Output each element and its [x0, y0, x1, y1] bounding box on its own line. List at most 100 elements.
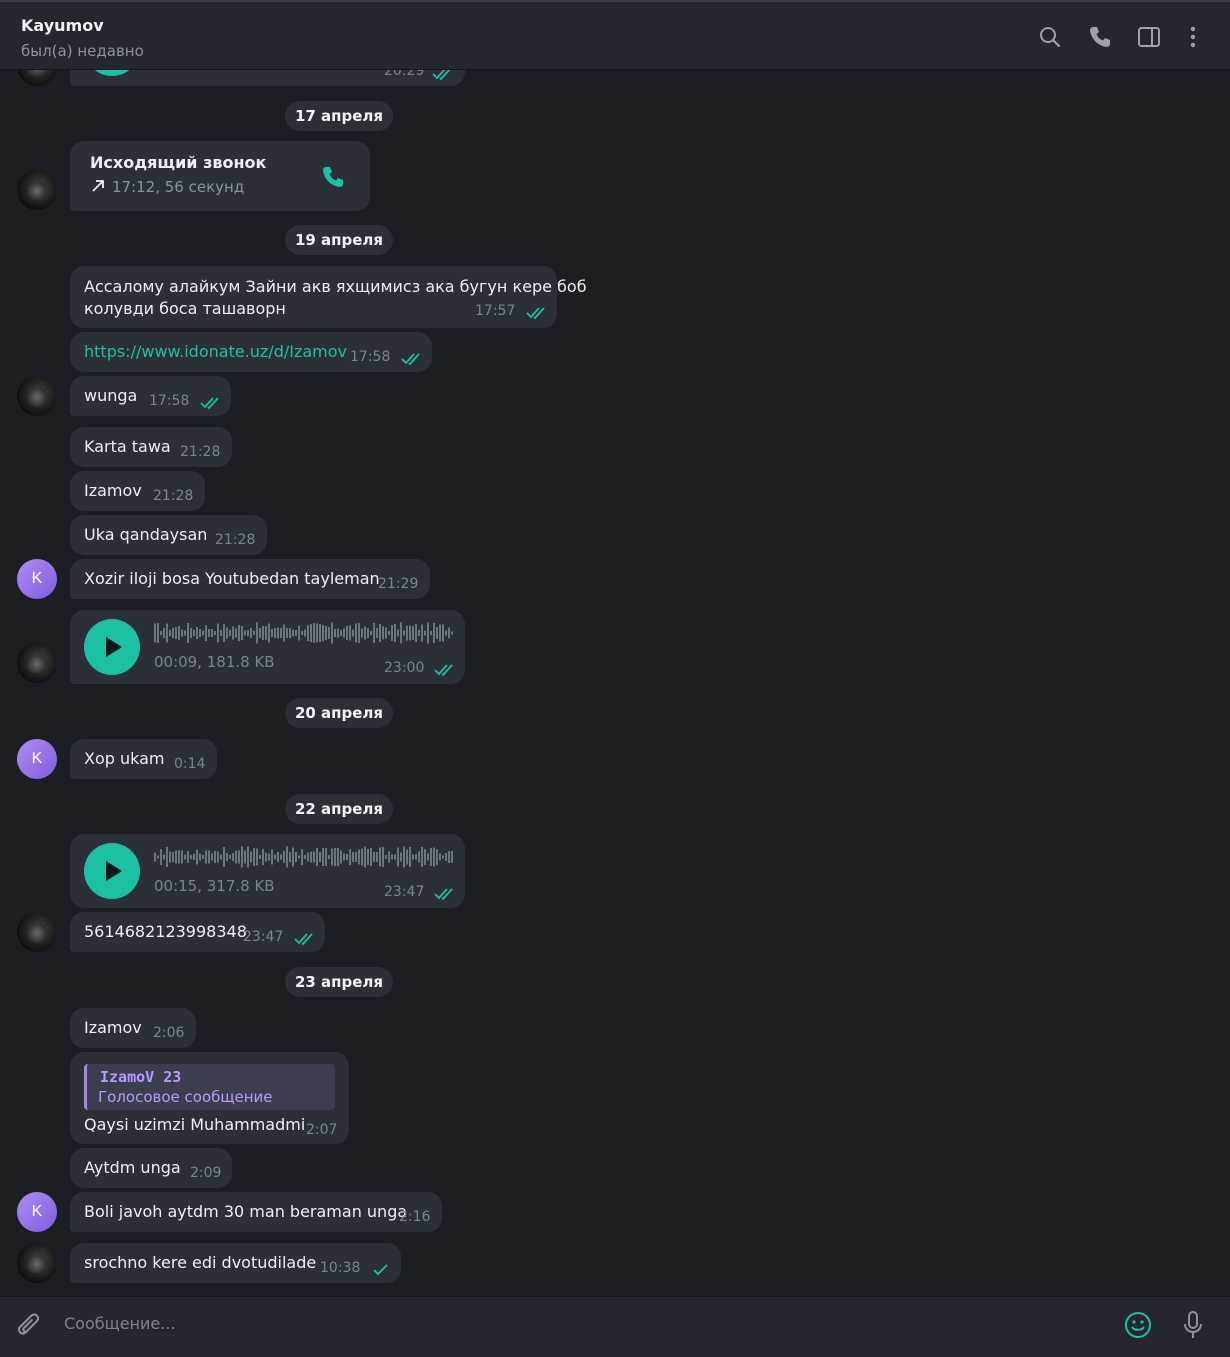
voice-waveform[interactable]: [154, 845, 454, 869]
message-time: 21:29: [378, 576, 419, 592]
phone-icon[interactable]: [1087, 24, 1113, 50]
waveform-bar: [376, 628, 378, 638]
avatar[interactable]: [17, 376, 57, 416]
waveform-bar: [277, 852, 279, 862]
message-text: колувди боса ташаворн: [84, 299, 286, 318]
waveform-bar: [253, 848, 255, 866]
message-bubble[interactable]: Boli javoh aytdm 30 man beraman unga 2:1…: [70, 1192, 442, 1232]
message-text: Karta tawa: [84, 437, 171, 456]
avatar[interactable]: K: [17, 1192, 57, 1232]
waveform-bar: [250, 851, 252, 863]
message-bubble-reply[interactable]: IzamoV 23 Голосовое сообщение Qaysi uzim…: [70, 1052, 349, 1144]
waveform-bar: [409, 625, 411, 641]
play-button[interactable]: [84, 619, 140, 675]
voice-message-partial[interactable]: 20:29: [70, 70, 465, 86]
waveform-bar: [358, 849, 360, 865]
waveform-bar: [292, 629, 294, 637]
waveform-bar: [217, 851, 219, 863]
waveform-bar: [190, 855, 192, 859]
avatar[interactable]: K: [17, 559, 57, 599]
waveform-bar: [235, 628, 237, 638]
waveform-bar: [289, 852, 291, 862]
call-back-icon[interactable]: [320, 164, 346, 194]
avatar[interactable]: [17, 170, 57, 210]
waveform-bar: [355, 852, 357, 862]
waveform-bar: [451, 851, 453, 863]
message-time: 20:29: [384, 70, 425, 79]
waveform-bar: [157, 623, 159, 643]
waveform-bar: [424, 849, 426, 865]
waveform-bar: [193, 854, 195, 860]
message-bubble[interactable]: 5614682123998348 23:47: [70, 912, 325, 952]
waveform-bar: [166, 847, 168, 867]
waveform-bar: [334, 629, 336, 637]
date-separator: 23 апреля: [285, 967, 393, 997]
avatar[interactable]: [17, 1243, 57, 1283]
chat-header: Kayumov был(а) недавно: [0, 0, 1230, 70]
waveform-bar: [337, 848, 339, 866]
message-bubble[interactable]: Xop ukam 0:14: [70, 739, 217, 779]
date-separator: 17 апреля: [285, 101, 393, 131]
waveform-bar: [277, 627, 279, 639]
scrollbar[interactable]: [1224, 70, 1230, 1296]
message-bubble[interactable]: Xozir iloji bosa Youtubedan tayleman 21:…: [70, 559, 430, 599]
more-menu-icon[interactable]: [1180, 24, 1206, 50]
voice-message[interactable]: 00:15, 317.8 KB 23:47: [70, 834, 465, 908]
message-text: Qaysi uzimzi Muhammadmi: [84, 1115, 306, 1134]
attach-icon[interactable]: [16, 1313, 42, 1345]
waveform-bar: [247, 630, 249, 636]
outgoing-call-message[interactable]: Исходящий звонок 17:12, 56 секунд: [70, 141, 370, 211]
outgoing-arrow-icon: [90, 178, 112, 196]
message-bubble[interactable]: Uka qandaysan 21:28: [70, 515, 267, 555]
message-bubble[interactable]: Ассалому алайкум Зайни акв яхщимисз ака …: [70, 266, 587, 328]
waveform-bar: [328, 627, 330, 639]
message-bubble[interactable]: Izamov 21:28: [70, 471, 205, 511]
message-input[interactable]: Сообщение...: [64, 1314, 176, 1333]
message-bubble[interactable]: https://www.idonate.uz/d/Izamov 17:58: [70, 332, 432, 372]
waveform-bar: [439, 853, 441, 861]
waveform-bar: [220, 630, 222, 636]
play-button[interactable]: [84, 843, 140, 899]
sidebar-toggle-icon[interactable]: [1136, 24, 1162, 50]
waveform-bar: [244, 850, 246, 864]
message-bubble[interactable]: Aytdm unga 2:09: [70, 1148, 232, 1188]
emoji-icon[interactable]: [1124, 1311, 1152, 1343]
waveform-bar: [340, 630, 342, 636]
avatar[interactable]: [17, 912, 57, 952]
waveform-bar: [295, 630, 297, 636]
waveform-bar: [430, 848, 432, 866]
message-bubble[interactable]: Karta tawa 21:28: [70, 427, 232, 467]
chat-title[interactable]: Kayumov: [21, 16, 104, 35]
message-list[interactable]: 20:29 17 апреля Исходящий звонок 17:12, …: [0, 70, 1230, 1296]
waveform-bar: [211, 853, 213, 861]
voice-message[interactable]: 00:09, 181.8 KB 23:00: [70, 610, 465, 684]
message-text: Aytdm unga: [84, 1158, 181, 1177]
message-bubble[interactable]: wunga 17:58: [70, 376, 231, 416]
call-title: Исходящий звонок: [90, 153, 267, 172]
waveform-bar: [163, 854, 165, 860]
message-text: Xop ukam: [84, 749, 165, 768]
waveform-bar: [208, 850, 210, 864]
reply-quote[interactable]: IzamoV 23 Голосовое сообщение: [84, 1064, 335, 1110]
message-link[interactable]: https://www.idonate.uz/d/Izamov: [84, 342, 347, 361]
message-bubble[interactable]: Izamov 2:06: [70, 1008, 196, 1048]
waveform-bar: [280, 854, 282, 860]
avatar[interactable]: [17, 70, 57, 86]
waveform-bar: [352, 852, 354, 862]
search-icon[interactable]: [1037, 24, 1063, 50]
waveform-bar: [364, 626, 366, 640]
waveform-bar: [427, 622, 429, 644]
avatar[interactable]: [17, 643, 57, 683]
voice-waveform[interactable]: [154, 621, 454, 645]
waveform-bar: [379, 624, 381, 642]
waveform-bar: [259, 855, 261, 859]
waveform-bar: [262, 849, 264, 865]
avatar[interactable]: K: [17, 739, 57, 779]
message-bubble[interactable]: srochno kere edi dvotudilade 10:38: [70, 1243, 401, 1283]
waveform-bar: [202, 855, 204, 859]
waveform-bar: [223, 624, 225, 642]
microphone-icon[interactable]: [1181, 1310, 1205, 1344]
date-separator: 20 апреля: [285, 698, 393, 728]
waveform-bar: [199, 853, 201, 861]
play-icon[interactable]: [84, 70, 140, 76]
